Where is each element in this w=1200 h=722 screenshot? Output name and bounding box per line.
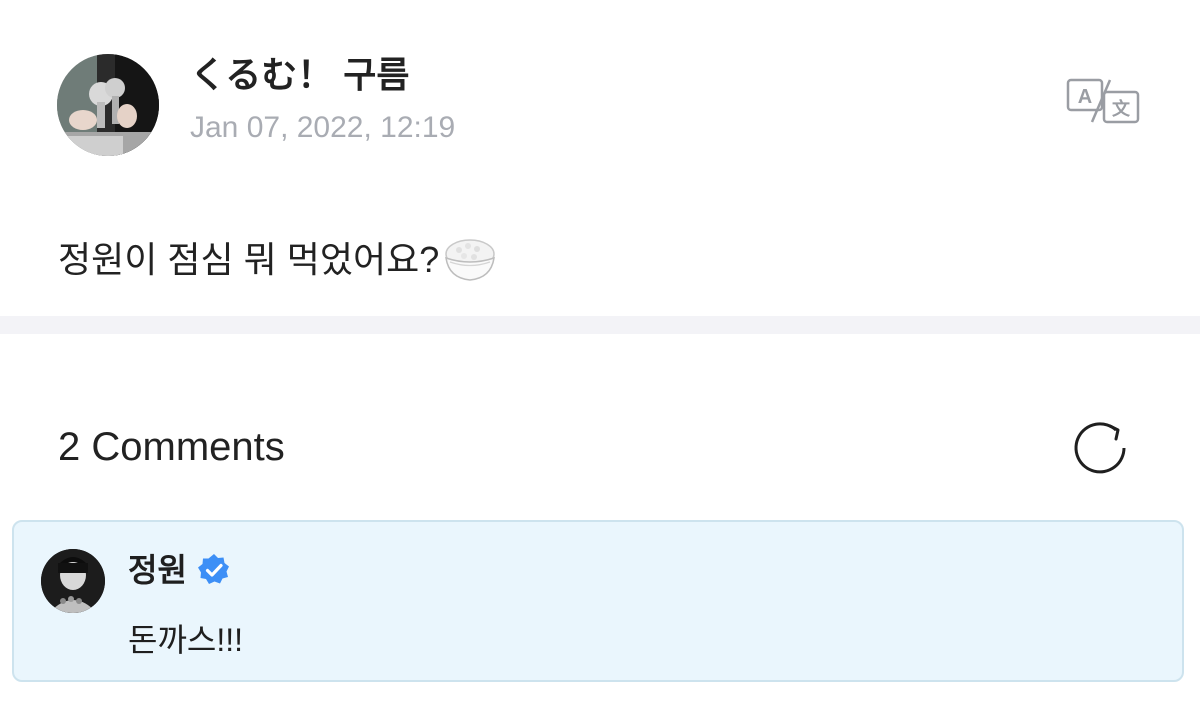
section-divider xyxy=(0,316,1200,334)
rice-bowl-icon xyxy=(441,236,499,284)
post-content: 정원이 점심 뭐 먹었어요? xyxy=(58,236,499,284)
svg-text:文: 文 xyxy=(1112,98,1131,120)
post-author-name[interactable]: くるむ！ 구름 xyxy=(190,55,410,95)
post-text: 정원이 점심 뭐 먹었어요? xyxy=(58,239,440,280)
comments-count: 2 Comments xyxy=(58,425,285,469)
comment-text: 돈까스!!! xyxy=(128,622,243,658)
verified-badge-icon xyxy=(197,553,231,587)
refresh-button[interactable] xyxy=(1072,418,1132,478)
translate-button[interactable]: A 文 xyxy=(1066,76,1140,124)
author-avatar[interactable] xyxy=(57,54,159,156)
svg-text:A: A xyxy=(1078,86,1092,108)
post-page: くるむ！ 구름 Jan 07, 2022, 12:19 A 文 정원이 점심 뭐… xyxy=(0,0,1200,722)
post-timestamp: Jan 07, 2022, 12:19 xyxy=(190,111,456,144)
post-header: くるむ！ 구름 Jan 07, 2022, 12:19 A 文 xyxy=(0,0,1200,180)
comment-author-avatar[interactable] xyxy=(41,549,105,613)
translate-icon: A 文 xyxy=(1066,78,1140,124)
author-avatar-image xyxy=(57,54,159,156)
comment-avatar-image xyxy=(41,549,105,613)
comment-author-name: 정원 xyxy=(128,552,187,588)
refresh-icon xyxy=(1074,422,1126,474)
comment-card[interactable]: 정원 돈까스!!! xyxy=(12,520,1184,682)
comment-author[interactable]: 정원 xyxy=(128,550,231,590)
